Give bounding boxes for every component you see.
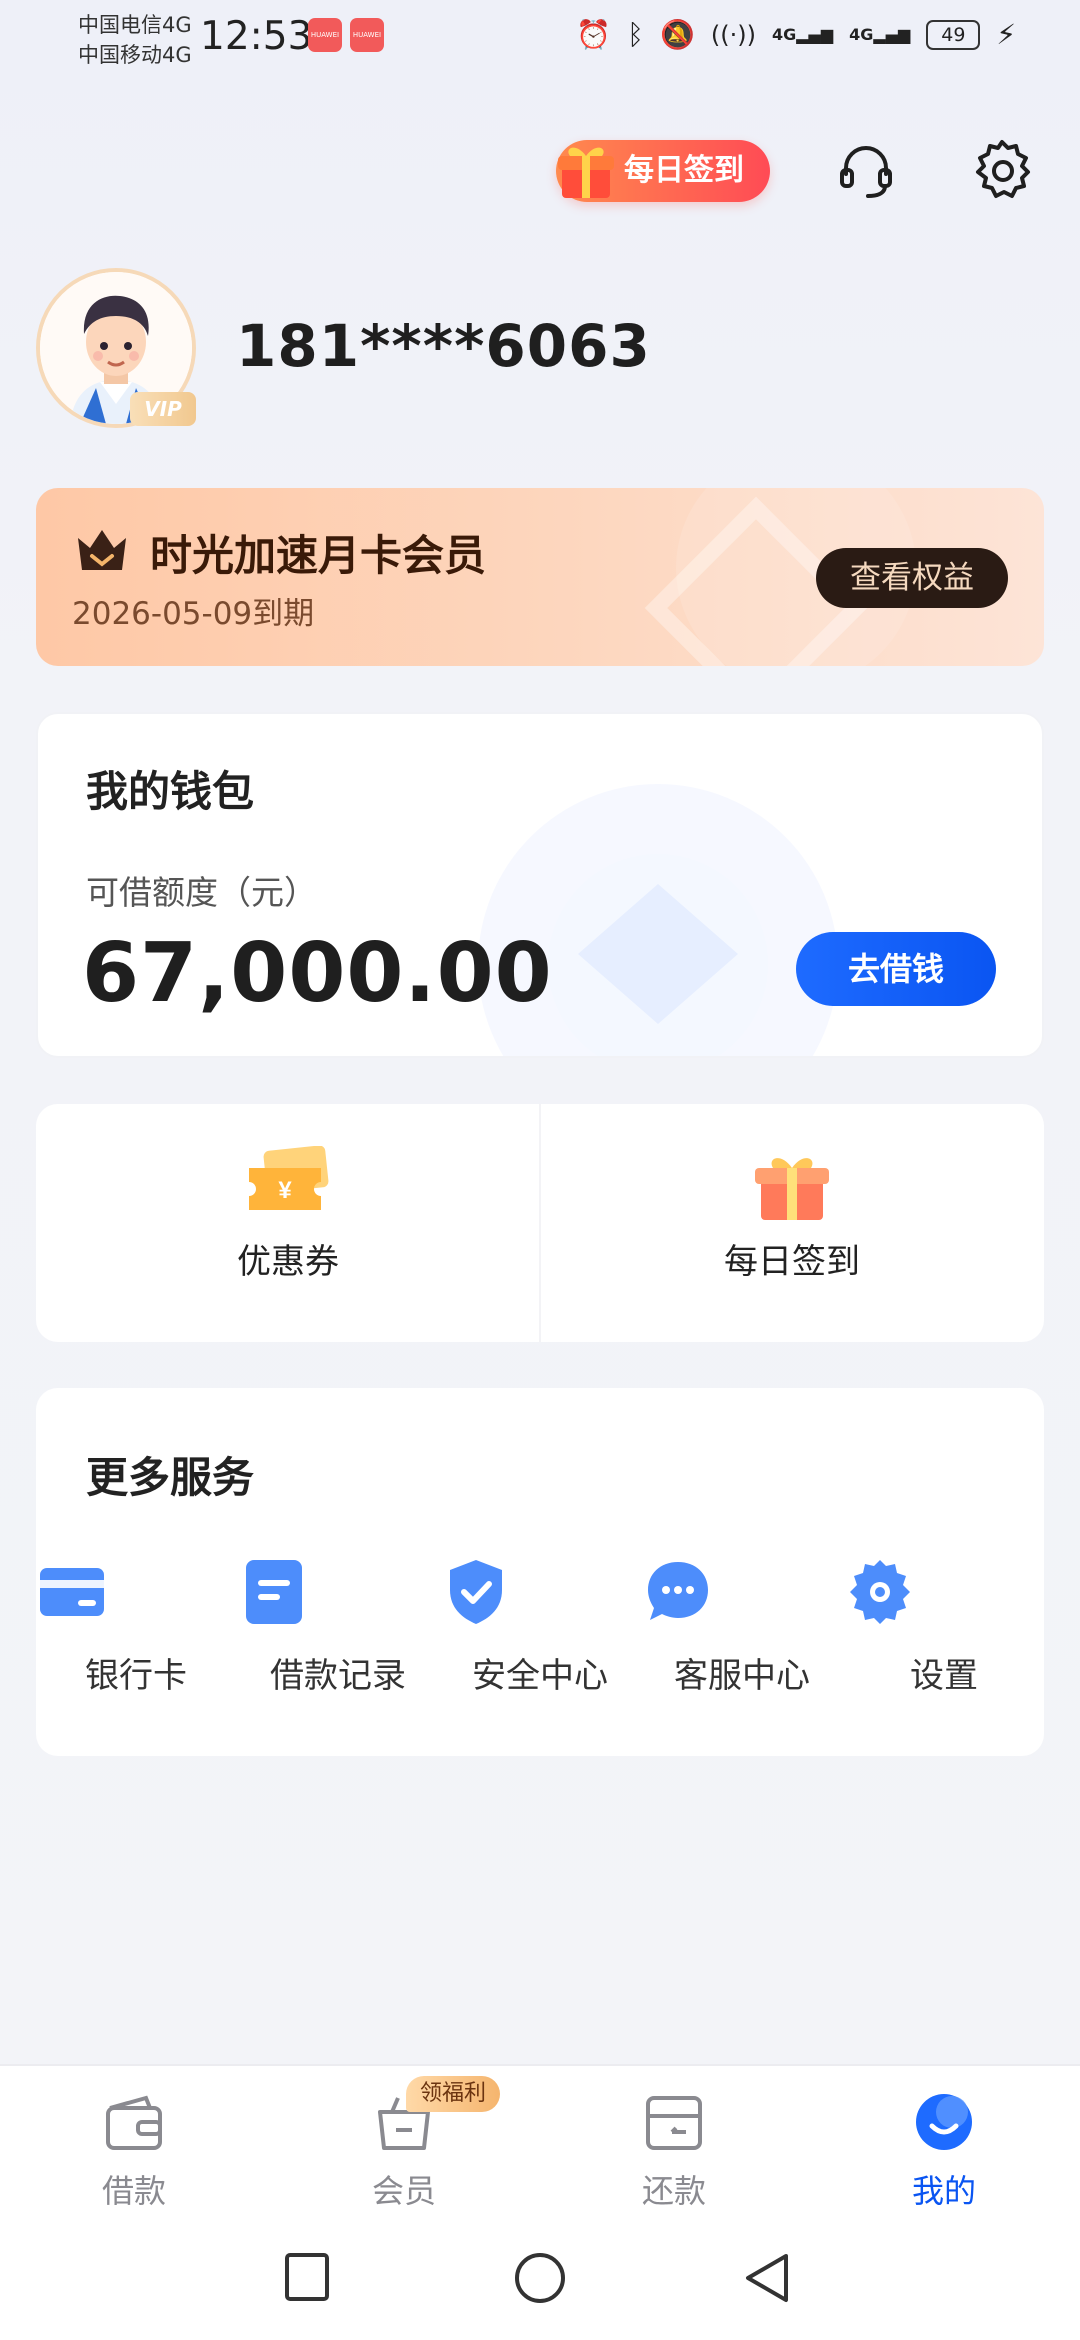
battery-indicator: 49 bbox=[926, 19, 981, 50]
notification-icon: HUAWEI bbox=[308, 18, 342, 52]
divider bbox=[539, 1104, 541, 1342]
headset-icon[interactable] bbox=[834, 138, 898, 202]
service-settings[interactable]: 设置 bbox=[844, 1556, 1044, 1697]
coupon-label: 优惠券 bbox=[237, 1242, 339, 1282]
charging-icon: ⚡ bbox=[996, 18, 1016, 51]
service-label: 借款记录 bbox=[270, 1656, 406, 1696]
carrier-1: 中国电信4G bbox=[78, 13, 192, 37]
gear-icon[interactable] bbox=[970, 138, 1034, 202]
status-time: 12:53 bbox=[200, 14, 313, 59]
tab-mine[interactable]: 我的 bbox=[844, 2090, 1044, 2212]
repay-icon bbox=[646, 2096, 702, 2150]
coupon-action[interactable]: ¥ 优惠券 bbox=[138, 1146, 438, 1283]
gear-icon bbox=[850, 1560, 910, 1624]
daily-sign-action[interactable]: 每日签到 bbox=[642, 1146, 942, 1283]
bank-card-icon bbox=[40, 1568, 104, 1616]
service-label: 设置 bbox=[910, 1656, 978, 1696]
profile-icon bbox=[916, 2094, 972, 2150]
membership-title: 时光加速月卡会员 bbox=[150, 531, 487, 580]
wallet-icon bbox=[106, 2095, 162, 2150]
tab-repay[interactable]: 还款 bbox=[574, 2090, 774, 2212]
tab-loan[interactable]: 借款 bbox=[34, 2090, 234, 2212]
carrier-2: 中国移动4G bbox=[78, 43, 192, 67]
tab-label: 还款 bbox=[641, 2172, 706, 2210]
gift-icon bbox=[558, 147, 614, 198]
alarm-icon: ⏰ bbox=[576, 18, 612, 51]
service-label: 银行卡 bbox=[85, 1656, 187, 1696]
borrow-button[interactable]: 去借钱 bbox=[796, 932, 996, 1006]
notification-icon: HUAWEI bbox=[350, 18, 384, 52]
signal-icon: 4G▂▄▆ bbox=[849, 25, 911, 44]
home-icon[interactable] bbox=[512, 2250, 568, 2306]
carrier-info: 中国电信4G 中国移动4G bbox=[78, 10, 192, 70]
record-icon bbox=[246, 1560, 302, 1624]
service-security-center[interactable]: 安全中心 bbox=[440, 1556, 640, 1697]
credit-label: 可借额度（元） bbox=[86, 873, 317, 912]
gift-icon bbox=[755, 1158, 829, 1220]
shield-icon bbox=[450, 1560, 502, 1624]
mute-icon: 🔕 bbox=[659, 18, 695, 51]
service-label: 客服中心 bbox=[674, 1656, 810, 1696]
service-label: 安全中心 bbox=[472, 1656, 608, 1696]
tab-label: 我的 bbox=[911, 2172, 976, 2210]
wifi-icon: ((·)) bbox=[710, 20, 756, 49]
svg-text:¥: ¥ bbox=[278, 1177, 292, 1204]
service-bank-card[interactable]: 银行卡 bbox=[36, 1556, 236, 1697]
daily-sign-label: 每日签到 bbox=[724, 1242, 860, 1282]
back-icon[interactable] bbox=[742, 2250, 792, 2306]
system-nav-bar bbox=[0, 2230, 1080, 2340]
chat-icon bbox=[648, 1562, 708, 1620]
status-icons: ⏰ ᛒ 🔕 ((·)) 4G▂▄▆ 4G▂▄▆ 49 ⚡ bbox=[576, 18, 1016, 51]
credit-amount: 67,000.00 bbox=[82, 926, 553, 1021]
view-benefits-button[interactable]: 查看权益 bbox=[816, 548, 1008, 608]
services-title: 更多服务 bbox=[86, 1453, 255, 1502]
vip-badge: VIP bbox=[130, 392, 196, 426]
recent-apps-icon[interactable] bbox=[284, 2252, 330, 2302]
service-loan-records[interactable]: 借款记录 bbox=[238, 1556, 438, 1697]
crown-icon bbox=[78, 530, 126, 570]
tab-label: 会员 bbox=[371, 2172, 436, 2210]
service-customer-center[interactable]: 客服中心 bbox=[642, 1556, 842, 1697]
coupon-icon: ¥ bbox=[249, 1146, 329, 1210]
membership-expiry: 2026-05-09到期 bbox=[72, 596, 315, 632]
welfare-badge: 领福利 bbox=[406, 2076, 501, 2112]
user-phone: 181****6063 bbox=[236, 312, 651, 380]
tab-label: 借款 bbox=[101, 2172, 166, 2210]
bluetooth-icon: ᛒ bbox=[627, 18, 644, 51]
signal-icon: 4G▂▄▆ bbox=[771, 25, 834, 44]
wallet-title: 我的钱包 bbox=[86, 767, 255, 816]
